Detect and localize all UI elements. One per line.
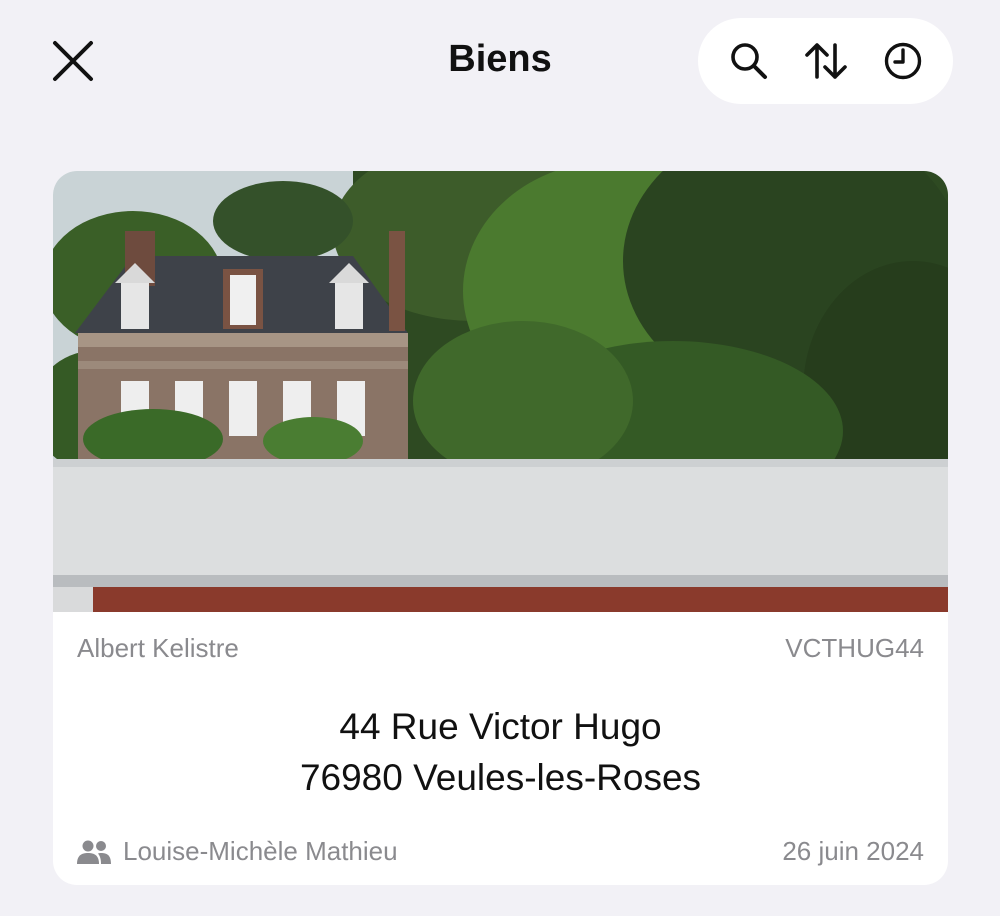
history-clock-icon [884,42,921,80]
property-card[interactable]: Albert Kelistre VCTHUG44 44 Rue Victor H… [53,171,948,885]
close-button[interactable] [44,32,102,90]
close-icon [53,41,93,81]
owner-name: Albert Kelistre [77,633,239,663]
contact-name: Louise-Michèle Mathieu [123,836,398,866]
sort-button[interactable] [796,31,856,91]
property-photo [53,171,948,612]
property-date: 26 juin 2024 [782,836,924,866]
search-button[interactable] [719,31,779,91]
property-reference: VCTHUG44 [785,633,924,663]
search-icon [730,43,767,79]
history-button[interactable] [873,31,933,91]
header-toolbar [698,18,953,104]
people-icon [77,839,111,865]
address-line-2: 76980 Veules-les-Roses [299,757,702,798]
contact: Louise-Michèle Mathieu [77,836,398,867]
property-address: 44 Rue Victor Hugo 76980 Veules-les-Rose… [53,701,948,803]
address-line-1: 44 Rue Victor Hugo [339,706,662,747]
sort-arrows-icon [804,43,847,79]
